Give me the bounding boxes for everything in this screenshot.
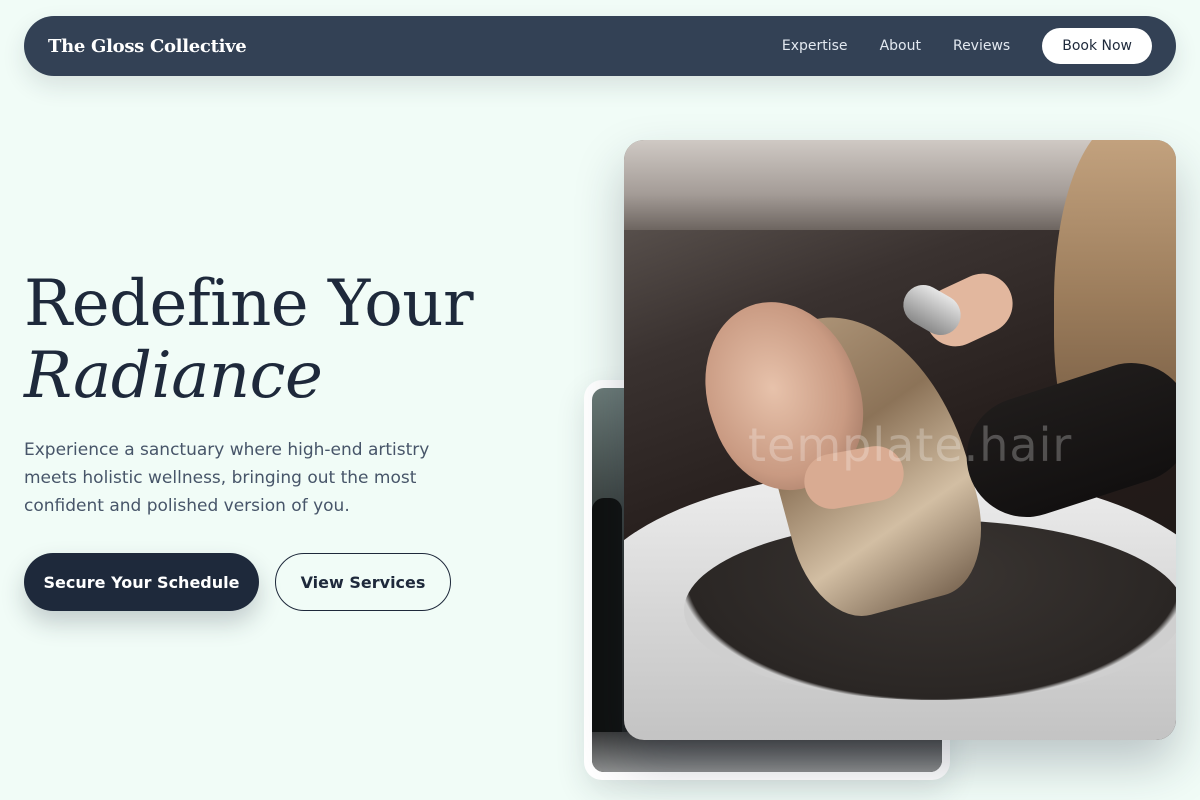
photo-figure — [592, 498, 622, 748]
book-now-button[interactable]: Book Now — [1042, 28, 1152, 64]
hero-title-line1: Redefine Your — [24, 267, 474, 341]
hero-title-line2: Radiance — [24, 339, 323, 413]
hero-title: Redefine Your Radiance — [24, 267, 474, 413]
view-services-button[interactable]: View Services — [275, 553, 451, 611]
nav-link-reviews[interactable]: Reviews — [953, 38, 1010, 54]
nav-link-expertise[interactable]: Expertise — [782, 38, 848, 54]
top-navbar: The Gloss Collective Expertise About Rev… — [24, 16, 1176, 76]
brand-logo[interactable]: The Gloss Collective — [48, 36, 247, 57]
secure-schedule-button[interactable]: Secure Your Schedule — [24, 553, 259, 611]
image-watermark: template.hair — [748, 418, 1073, 472]
nav-links: Expertise About Reviews Book Now — [750, 28, 1152, 64]
nav-link-about[interactable]: About — [880, 38, 921, 54]
hero-salon-photo: template.hair — [624, 140, 1176, 740]
hero-description: Experience a sanctuary where high-end ar… — [24, 440, 430, 516]
